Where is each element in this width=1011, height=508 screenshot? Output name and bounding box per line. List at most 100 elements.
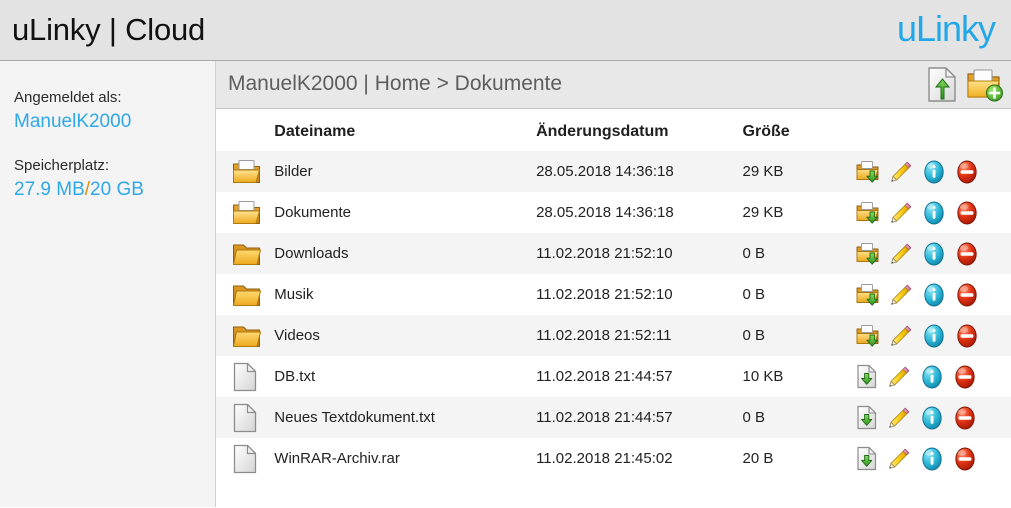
delete-icon <box>957 160 977 183</box>
table-row[interactable]: Videos 11.02.2018 21:52:11 0 B <box>216 315 1011 356</box>
row-date-cell: 28.05.2018 14:36:18 <box>536 163 674 180</box>
delete-icon <box>957 283 977 306</box>
edit-icon <box>891 243 912 264</box>
info-icon <box>924 324 944 347</box>
row-actions-cell <box>856 356 1011 397</box>
edit-icon <box>889 448 910 469</box>
row-size-cell: 10 KB <box>742 368 784 385</box>
delete-icon <box>957 324 977 347</box>
edit-icon[interactable] <box>889 201 913 225</box>
storage-total: 20 GB <box>90 179 144 200</box>
download-icon[interactable] <box>856 324 880 348</box>
row-size-cell: 0 B <box>742 327 766 344</box>
row-date-cell: 11.02.2018 21:45:02 <box>536 450 673 467</box>
table-row[interactable]: Neues Textdokument.txt 11.02.2018 21:44:5… <box>216 397 1011 438</box>
download-icon[interactable] <box>856 364 878 389</box>
info-icon[interactable] <box>922 282 946 308</box>
delete-icon[interactable] <box>953 446 977 472</box>
delete-icon[interactable] <box>953 364 977 390</box>
row-type-icon-cell <box>216 274 261 315</box>
file-table-container: Dateiname Änderungsdatum Größe Bilder 28.… <box>216 109 1011 479</box>
info-icon[interactable] <box>922 159 946 185</box>
file-icon <box>233 362 257 391</box>
storage-used: 27.9 MB <box>14 179 85 200</box>
username-link[interactable]: ManuelK2000 <box>14 109 215 135</box>
edit-icon[interactable] <box>887 406 911 430</box>
row-actions <box>856 159 1011 185</box>
sidebar-storage-block: Speicherplatz: 27.9 MB/20 GB <box>14 155 215 203</box>
table-row[interactable]: Dokumente 28.05.2018 14:36:18 29 KB <box>216 192 1011 233</box>
column-header-name[interactable]: Dateiname <box>257 123 536 151</box>
download-icon[interactable] <box>856 446 878 471</box>
table-row[interactable]: DB.txt 11.02.2018 21:44:57 10 KB <box>216 356 1011 397</box>
row-size-cell: 0 B <box>742 245 766 262</box>
edit-icon[interactable] <box>889 283 913 307</box>
breadcrumb[interactable]: ManuelK2000 | Home > Dokumente <box>228 72 562 96</box>
download-icon[interactable] <box>856 160 880 184</box>
row-actions <box>856 241 1011 267</box>
delete-icon[interactable] <box>955 159 979 185</box>
row-actions-cell <box>856 315 1011 356</box>
delete-icon[interactable] <box>955 323 979 349</box>
row-type-icon-cell <box>216 438 257 479</box>
delete-icon <box>957 242 977 265</box>
edit-icon[interactable] <box>887 447 911 471</box>
table-row[interactable]: WinRAR-Archiv.rar 11.02.2018 21:45:02 20 B <box>216 438 1011 479</box>
download-icon <box>856 242 879 265</box>
download-icon <box>857 364 877 389</box>
row-date-cell: 11.02.2018 21:52:11 <box>536 327 672 344</box>
row-name-cell[interactable]: Musik <box>257 274 536 315</box>
row-name-cell[interactable]: Videos <box>257 315 536 356</box>
info-icon[interactable] <box>920 446 944 472</box>
row-actions-cell <box>856 233 1011 274</box>
table-row[interactable]: Downloads 11.02.2018 21:52:10 0 B <box>216 233 1011 274</box>
delete-icon[interactable] <box>955 200 979 226</box>
edit-icon <box>889 407 910 428</box>
info-icon[interactable] <box>922 200 946 226</box>
new-folder-icon[interactable] <box>965 65 1003 103</box>
edit-icon[interactable] <box>887 365 911 389</box>
file-icon <box>233 444 257 473</box>
info-icon <box>922 447 942 470</box>
row-name-cell[interactable]: Downloads <box>257 233 536 274</box>
delete-icon[interactable] <box>955 241 979 267</box>
download-icon[interactable] <box>856 201 880 225</box>
info-icon[interactable] <box>922 323 946 349</box>
download-icon <box>856 201 879 224</box>
row-type-icon-cell <box>216 233 261 274</box>
table-row[interactable]: Bilder 28.05.2018 14:36:18 29 KB <box>216 151 1011 192</box>
info-icon[interactable] <box>920 364 944 390</box>
file-table: Dateiname Änderungsdatum Größe Bilder 28.… <box>216 123 1011 479</box>
download-icon[interactable] <box>856 242 880 266</box>
storage-label: Speicherplatz: <box>14 157 110 174</box>
column-header-icon <box>216 123 257 151</box>
row-actions-cell <box>856 274 1011 315</box>
row-size-cell: 0 B <box>742 286 766 303</box>
column-header-date[interactable]: Änderungsdatum <box>536 123 742 151</box>
storage-value: 27.9 MB/20 GB <box>14 177 215 203</box>
info-icon[interactable] <box>922 241 946 267</box>
edit-icon[interactable] <box>889 242 913 266</box>
download-icon <box>856 160 879 183</box>
edit-icon[interactable] <box>889 160 913 184</box>
row-name-cell[interactable]: Neues Textdokument.txt <box>257 397 536 438</box>
row-name-cell[interactable]: DB.txt <box>257 356 536 397</box>
download-icon <box>856 283 879 306</box>
row-name-cell[interactable]: WinRAR-Archiv.rar <box>257 438 536 479</box>
upload-file-icon[interactable] <box>925 65 959 103</box>
table-header-row: Dateiname Änderungsdatum Größe <box>216 123 1011 151</box>
info-icon[interactable] <box>920 405 944 431</box>
download-icon[interactable] <box>856 405 878 430</box>
sidebar-account-block: Angemeldet als: ManuelK2000 <box>14 87 215 135</box>
edit-icon[interactable] <box>889 324 913 348</box>
download-icon[interactable] <box>856 283 880 307</box>
edit-icon <box>891 161 912 182</box>
row-actions <box>856 200 1011 226</box>
row-name-cell[interactable]: Dokumente <box>257 192 536 233</box>
delete-icon[interactable] <box>953 405 977 431</box>
table-row[interactable]: Musik 11.02.2018 21:52:10 0 B <box>216 274 1011 315</box>
column-header-size[interactable]: Größe <box>743 123 857 151</box>
row-name-cell[interactable]: Bilder <box>257 151 536 192</box>
delete-icon[interactable] <box>955 282 979 308</box>
breadcrumb-bar: ManuelK2000 | Home > Dokumente <box>216 61 1011 109</box>
